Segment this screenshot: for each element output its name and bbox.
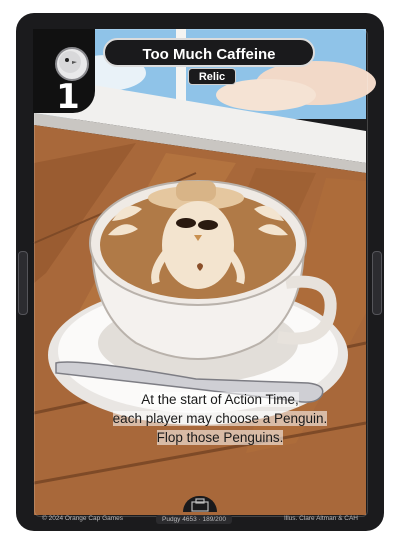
left-notch (18, 251, 28, 315)
game-card[interactable]: 1 Too Much Caffeine Relic At the start o… (16, 13, 384, 531)
set-info: Pudgy 4653 · 189/200 (156, 515, 232, 524)
card-footer: © 2024 Orange Cap Games Pudgy 4653 · 189… (16, 509, 384, 531)
penguin (162, 201, 234, 289)
illustrator-credit: Illus. Clare Altman & CAH (283, 515, 358, 522)
card-subtype: Relic (188, 68, 236, 85)
rules-line: At the start of Action Time, (141, 392, 299, 407)
copyright-text: © 2024 Orange Cap Games (42, 515, 124, 522)
card-cost: 1 (56, 77, 80, 117)
rules-line: Flop those Penguins. (156, 430, 284, 445)
cost-box: 1 (33, 29, 95, 117)
right-notch (372, 251, 382, 315)
rules-text: At the start of Action Time, each player… (96, 390, 344, 447)
penguin-head-icon (55, 47, 89, 81)
rules-line: each player may choose a Penguin. (112, 411, 328, 426)
card-title: Too Much Caffeine (103, 38, 315, 67)
